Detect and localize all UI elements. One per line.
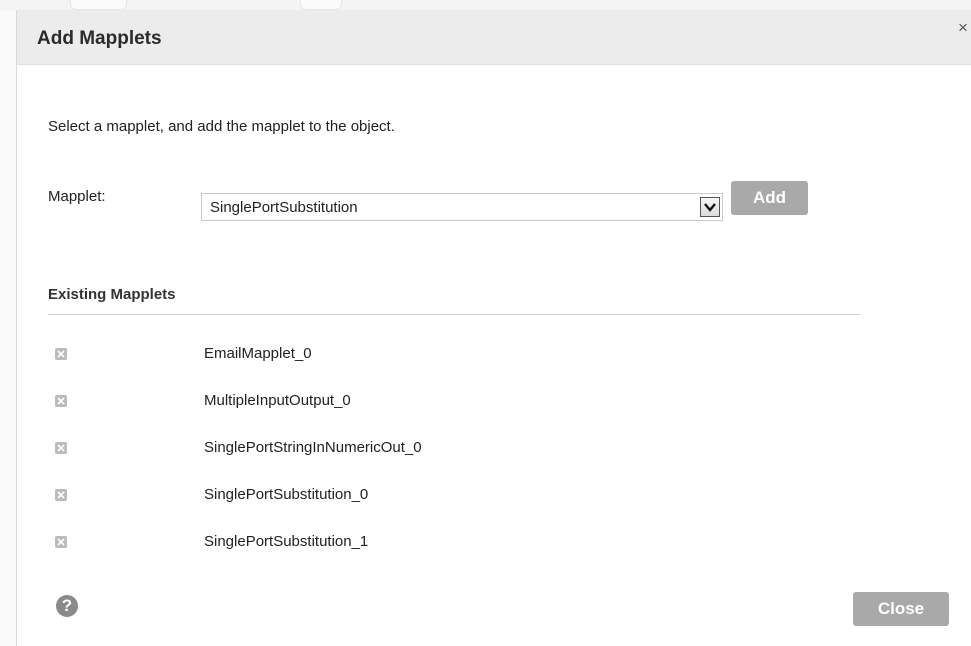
add-button[interactable]: Add [731,181,808,215]
list-item-label: SinglePortSubstitution_1 [204,533,369,550]
mapplet-select-value: SinglePortSubstitution [210,199,358,216]
existing-mapplets-list: EmailMapplet_0 MultipleInputOutput_0 Sin… [17,334,917,569]
list-item-label: SinglePortSubstitution_0 [204,486,369,503]
list-item: SinglePortStringInNumericOut_0 [17,428,917,475]
list-item: SinglePortSubstitution_1 [17,522,917,569]
instruction-text: Select a mapplet, and add the mapplet to… [48,118,395,135]
chevron-down-icon[interactable] [700,197,720,217]
list-item: SinglePortSubstitution_0 [17,475,917,522]
list-item-label: EmailMapplet_0 [204,345,312,362]
remove-icon[interactable] [55,348,67,360]
help-icon[interactable]: ? [56,595,78,617]
remove-icon[interactable] [55,395,67,407]
dialog-title: Add Mapplets [37,28,162,49]
existing-mapplets-heading: Existing Mapplets [48,286,176,303]
dialog-header: Add Mapplets × [17,10,971,65]
mapplet-label: Mapplet: [48,188,106,205]
mapplet-select[interactable]: SinglePortSubstitution [201,193,723,221]
section-divider [48,314,860,315]
list-item: MultipleInputOutput_0 [17,381,917,428]
page: Add Mapplets × Select a mapplet, and add… [0,0,971,646]
list-item-label: MultipleInputOutput_0 [204,392,351,409]
background-app-strip [0,0,971,10]
list-item: EmailMapplet_0 [17,334,917,381]
add-mapplets-dialog: Add Mapplets × Select a mapplet, and add… [16,10,971,646]
background-tab [70,0,127,10]
close-icon[interactable]: × [956,19,970,36]
list-item-label: SinglePortStringInNumericOut_0 [204,439,422,456]
remove-icon[interactable] [55,536,67,548]
close-button[interactable]: Close [853,592,949,626]
remove-icon[interactable] [55,442,67,454]
background-tab [300,0,342,10]
remove-icon[interactable] [55,489,67,501]
